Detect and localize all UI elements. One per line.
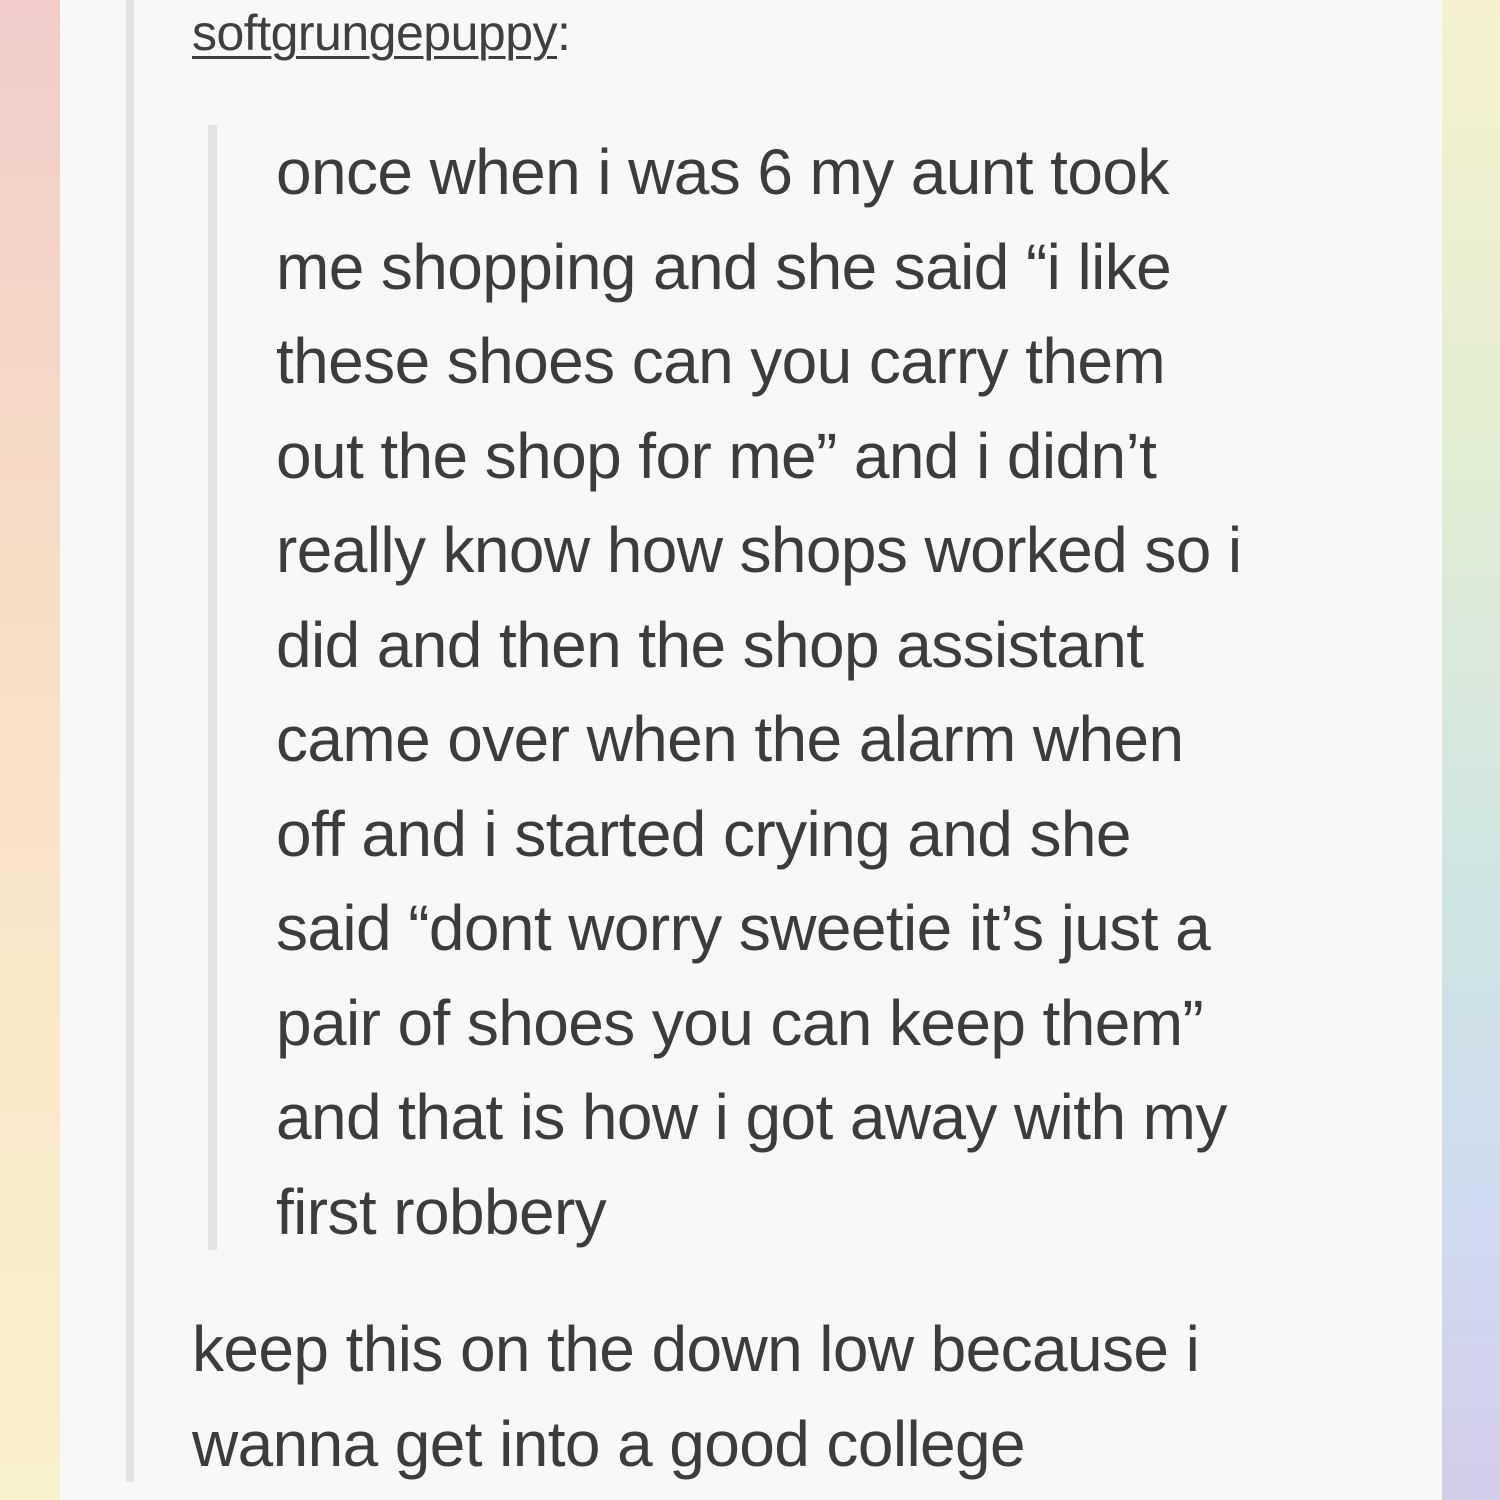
quote-line: off and i started crying and she <box>276 797 1131 870</box>
tumblr-post: softgrungepuppy: once when i was 6 my au… <box>60 0 1442 1500</box>
quote-line: these shoes can you carry them <box>276 325 1166 397</box>
quote-line: said “dont worry sweetie it’s just a <box>276 892 1211 964</box>
quote-line: out the shop for me” and i didn’t <box>276 419 1157 492</box>
quote-line: first robbery <box>276 1175 607 1248</box>
blockquote-bar <box>208 125 217 1250</box>
reblog-reply-text: keep this on the down low because i wann… <box>192 1302 1442 1491</box>
username-colon: : <box>557 5 571 61</box>
quote-line: and that is how i got away with my <box>276 1081 1227 1153</box>
quote-line: came over when the alarm when <box>276 703 1184 775</box>
rainbow-border-left <box>0 0 60 1500</box>
quote-line: once when i was 6 my aunt took <box>276 136 1169 208</box>
username-link[interactable]: softgrungepuppy <box>192 5 558 61</box>
rainbow-border-right <box>1442 0 1500 1500</box>
reblog-indent-bar <box>126 0 134 1482</box>
reply-line: keep this on the down low because i <box>192 1313 1200 1385</box>
quote-line: pair of shoes you can keep them” <box>276 986 1204 1059</box>
quote-line: me shopping and she said “i like <box>276 230 1172 303</box>
quoted-post-text: once when i was 6 my aunt took me shoppi… <box>276 125 1436 1259</box>
quote-line: did and then the shop assistant <box>276 608 1144 681</box>
post-author: softgrungepuppy: <box>192 0 571 66</box>
reply-line: wanna get into a good college <box>192 1407 1026 1480</box>
quote-line: really know how shops worked so i <box>276 514 1242 586</box>
